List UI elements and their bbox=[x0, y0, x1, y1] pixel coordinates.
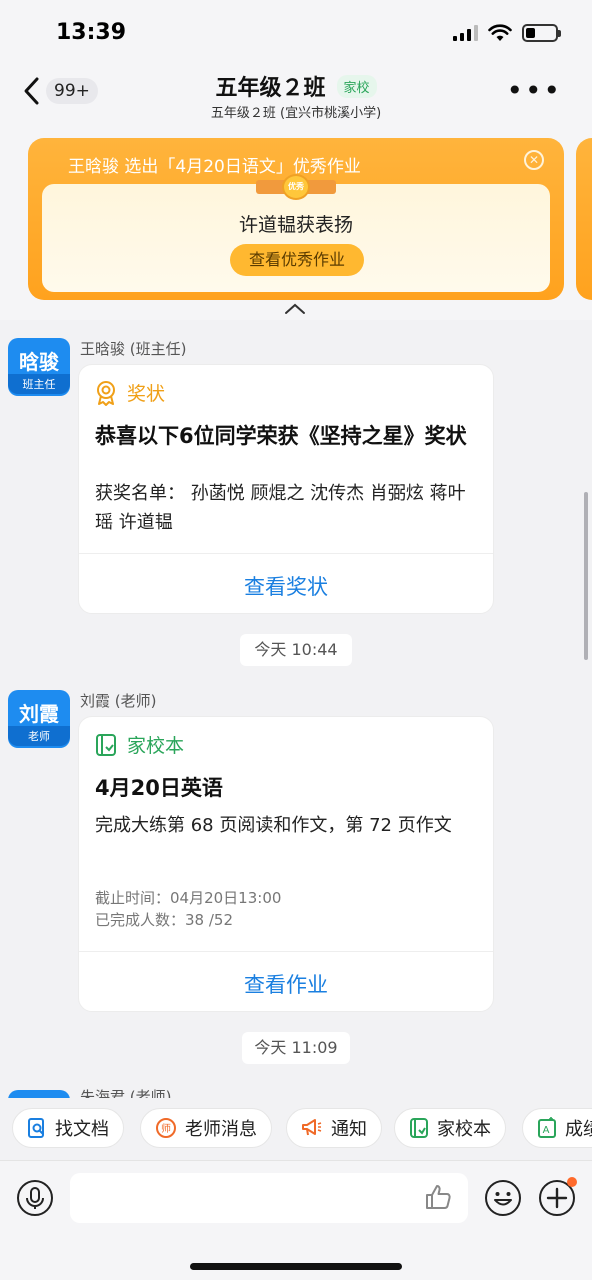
view-homework-button[interactable]: 查看作业 bbox=[79, 969, 493, 999]
message-input[interactable] bbox=[70, 1173, 468, 1223]
notebook-icon bbox=[410, 1118, 428, 1138]
card-title: 恭喜以下6位同学荣获《坚持之星》奖状 bbox=[95, 424, 467, 448]
card-type-row: 奖状 bbox=[95, 379, 165, 406]
excellent-homework-banner[interactable]: 王晗骏 选出「4月20日语文」优秀作业 ✕ 优秀 许道韫获表扬 查看优秀作业 bbox=[28, 138, 564, 300]
status-bar: 13:39 bbox=[0, 0, 592, 62]
svg-text:师: 师 bbox=[161, 1122, 171, 1135]
banner-content: 优秀 许道韫获表扬 查看优秀作业 bbox=[42, 174, 550, 292]
ribbon-medal-icon: 优秀 bbox=[256, 174, 336, 200]
cellular-signal-icon bbox=[453, 25, 478, 41]
timestamp-chip: 今天 10:44 bbox=[240, 634, 352, 666]
grades-button[interactable]: A 成绩 bbox=[522, 1108, 592, 1148]
ellipsis-icon: ••• bbox=[506, 74, 562, 107]
card-body: 完成大练第 68 页阅读和作文，第 72 页作文 bbox=[95, 815, 452, 836]
notice-button[interactable]: 通知 bbox=[286, 1108, 382, 1148]
banner-carousel: 王晗骏 选出「4月20日语文」优秀作业 ✕ 优秀 许道韫获表扬 查看优秀作业 bbox=[0, 132, 592, 320]
close-icon[interactable]: ✕ bbox=[524, 150, 544, 170]
megaphone-icon bbox=[302, 1119, 322, 1136]
timestamp-chip: 今天 11:09 bbox=[242, 1032, 350, 1064]
nav-title-row: 五年级２班 家校 bbox=[0, 70, 592, 102]
voice-input-icon[interactable] bbox=[16, 1179, 54, 1217]
battery-icon bbox=[522, 24, 561, 42]
wifi-icon bbox=[488, 24, 512, 41]
thumbs-up-icon[interactable] bbox=[424, 1183, 452, 1211]
status-time: 13:39 bbox=[56, 20, 127, 45]
nav-bar: 99+ 五年级２班 家校 五年级２班 (宜兴市桃溪小学) ••• bbox=[0, 62, 592, 132]
scrollbar-thumb[interactable] bbox=[584, 492, 588, 660]
award-medal-icon bbox=[97, 380, 115, 406]
avatar[interactable]: 刘霞 老师 bbox=[8, 690, 70, 748]
sender-name: 王晗骏 (班主任) bbox=[80, 340, 187, 358]
sender-name: 刘霞 (老师) bbox=[80, 692, 157, 710]
message-input-bar bbox=[0, 1160, 592, 1280]
grade-icon: A bbox=[538, 1117, 556, 1138]
notification-dot bbox=[567, 1177, 577, 1187]
completion-count: 已完成人数：38 /52 bbox=[95, 911, 233, 929]
status-icons bbox=[453, 24, 561, 42]
notebook-icon bbox=[96, 733, 116, 756]
next-banner-peek[interactable] bbox=[576, 138, 592, 300]
document-search-icon bbox=[28, 1118, 44, 1138]
card-type-label: 奖状 bbox=[127, 383, 166, 405]
home-indicator bbox=[190, 1263, 402, 1270]
chevron-up-icon[interactable] bbox=[284, 302, 306, 316]
homework-card[interactable]: 家校本 4月20日英语 完成大练第 68 页阅读和作文，第 72 页作文 截止时… bbox=[78, 716, 494, 1012]
ribbon-label: 优秀 bbox=[282, 174, 310, 200]
card-type-label: 家校本 bbox=[127, 735, 185, 757]
svg-text:A: A bbox=[543, 1125, 550, 1136]
teacher-messages-button[interactable]: 师 老师消息 bbox=[140, 1108, 272, 1148]
more-options-button[interactable]: ••• bbox=[506, 77, 562, 105]
quick-action-bar: 找文档 师 老师消息 通知 家校本 A 成绩 bbox=[0, 1098, 592, 1160]
avatar[interactable]: 晗骏 班主任 bbox=[8, 338, 70, 396]
view-award-button[interactable]: 查看奖状 bbox=[79, 571, 493, 601]
deadline-text: 截止时间：04月20日13:00 bbox=[95, 889, 282, 907]
view-excellent-homework-button[interactable]: 查看优秀作业 bbox=[230, 244, 364, 276]
page-subtitle: 五年级２班 (宜兴市桃溪小学) bbox=[210, 106, 382, 121]
card-title: 4月20日英语 bbox=[95, 776, 223, 800]
chat-message-list[interactable]: 晗骏 班主任 王晗骏 (班主任) 奖状 恭喜以下6位同学荣获《坚持之星》奖状 获… bbox=[0, 320, 592, 1100]
page-title: 五年级２班 bbox=[215, 76, 326, 101]
emoji-icon[interactable] bbox=[484, 1179, 522, 1217]
banner-praise-text: 许道韫获表扬 bbox=[238, 214, 353, 236]
group-type-tag: 家校 bbox=[336, 74, 377, 98]
award-card[interactable]: 奖状 恭喜以下6位同学荣获《坚持之星》奖状 获奖名单： 孙菡悦 顾焜之 沈传杰 … bbox=[78, 364, 494, 614]
card-body: 获奖名单： 孙菡悦 顾焜之 沈传杰 肖弼炫 蒋叶瑶 许道韫 bbox=[95, 483, 466, 533]
homework-book-button[interactable]: 家校本 bbox=[394, 1108, 506, 1148]
teacher-icon: 师 bbox=[156, 1118, 176, 1138]
card-type-row: 家校本 bbox=[95, 731, 184, 758]
find-document-button[interactable]: 找文档 bbox=[12, 1108, 124, 1148]
